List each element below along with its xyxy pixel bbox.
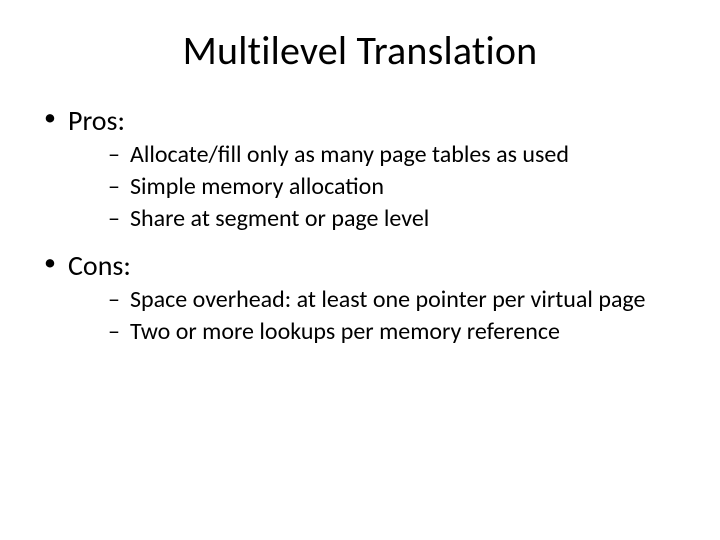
sub-list: Allocate/fill only as many page tables a… [68,140,684,234]
bullet-label: Cons: [68,248,131,283]
sub-item: Share at segment or page level [108,204,684,234]
sub-item: Allocate/fill only as many page tables a… [108,140,684,170]
slide-title: Multilevel Translation [36,26,684,75]
sub-item: Two or more lookups per memory reference [108,317,684,347]
slide: Multilevel Translation Pros: Allocate/fi… [0,0,720,540]
bullet-cons: Cons: Space overhead: at least one point… [42,248,684,347]
sub-list: Space overhead: at least one pointer per… [68,285,684,347]
bullet-label: Pros: [68,103,125,138]
bullet-pros: Pros: Allocate/fill only as many page ta… [42,103,684,234]
sub-item: Simple memory allocation [108,172,684,202]
bullet-list: Pros: Allocate/fill only as many page ta… [36,103,684,347]
sub-item: Space overhead: at least one pointer per… [108,285,684,315]
